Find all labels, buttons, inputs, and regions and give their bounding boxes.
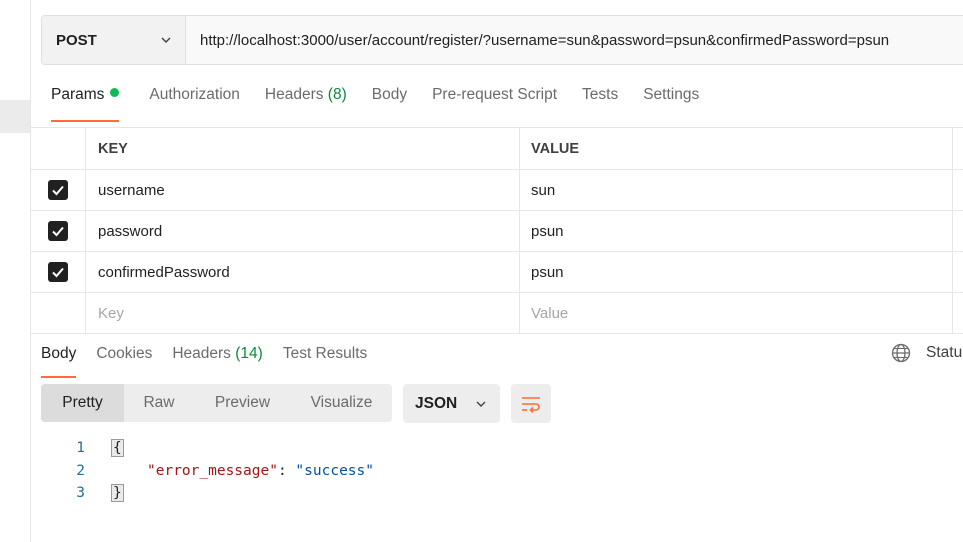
param-value[interactable]: psun <box>520 252 953 292</box>
param-new-row: Key Value <box>30 293 963 334</box>
tab-body[interactable]: Body <box>372 78 407 116</box>
param-check-cell[interactable] <box>30 252 86 292</box>
chevron-down-icon <box>161 37 171 43</box>
line-number: 3 <box>76 485 85 502</box>
json-key: "error_message" <box>147 462 278 479</box>
method-select[interactable]: POST <box>42 16 186 64</box>
request-bar: POST http://localhost:3000/user/account/… <box>41 15 963 65</box>
status-label: Statu <box>926 344 963 361</box>
json-close-brace: } <box>111 484 124 503</box>
chevron-down-icon <box>476 401 486 407</box>
header-check-cell <box>30 128 86 169</box>
tab-tests[interactable]: Tests <box>582 78 618 116</box>
response-tab-cookies[interactable]: Cookies <box>96 336 152 372</box>
value-column-header: VALUE <box>520 128 953 169</box>
json-open-brace: { <box>111 439 124 458</box>
param-row: confirmedPassword psun <box>30 252 963 293</box>
json-colon: : <box>277 462 296 479</box>
tab-headers-count: (8) <box>327 86 347 103</box>
code-line: 3 } <box>41 482 374 505</box>
format-select[interactable]: JSON <box>403 384 500 423</box>
response-tab-test-results[interactable]: Test Results <box>283 336 367 372</box>
tab-pre-request-script[interactable]: Pre-request Script <box>432 78 557 116</box>
view-mode-pretty[interactable]: Pretty <box>41 384 124 422</box>
key-column-header: KEY <box>86 128 520 169</box>
left-sidebar <box>0 0 31 542</box>
params-active-dot <box>110 88 120 97</box>
response-status-area: Statu <box>891 343 962 363</box>
view-mode-preview[interactable]: Preview <box>194 384 291 422</box>
format-label: JSON <box>415 394 458 412</box>
param-value[interactable]: psun <box>520 211 953 251</box>
tab-settings[interactable]: Settings <box>643 78 699 116</box>
checkbox-checked-icon[interactable] <box>47 180 68 200</box>
param-check-cell-empty <box>30 293 86 333</box>
tab-authorization[interactable]: Authorization <box>149 78 239 116</box>
json-value: "success" <box>295 462 374 479</box>
line-number: 2 <box>76 462 85 479</box>
tab-headers-label: Headers <box>264 86 324 103</box>
params-table: KEY VALUE username sun password psun con… <box>30 127 963 334</box>
param-row: password psun <box>30 211 963 252</box>
view-mode-selector: Pretty Raw Preview Visualize <box>41 384 392 422</box>
tab-headers[interactable]: Headers (8) <box>265 78 347 116</box>
response-tab-headers-label: Headers <box>172 345 231 362</box>
new-key-input[interactable]: Key <box>86 293 520 333</box>
response-tabs: Body Cookies Headers (14) Test Results <box>41 336 387 378</box>
param-key[interactable]: confirmedPassword <box>86 252 520 292</box>
param-row: username sun <box>30 170 963 211</box>
new-value-input[interactable]: Value <box>520 293 953 333</box>
view-mode-visualize[interactable]: Visualize <box>291 384 392 422</box>
param-key[interactable]: password <box>86 211 520 251</box>
line-number: 1 <box>76 440 85 457</box>
method-label: POST <box>56 31 97 49</box>
response-tab-body[interactable]: Body <box>41 336 77 378</box>
response-tab-headers[interactable]: Headers (14) <box>172 336 262 372</box>
code-line: 1 { <box>41 437 374 460</box>
param-value[interactable]: sun <box>520 170 953 210</box>
param-check-cell[interactable] <box>30 211 86 251</box>
tab-params-label: Params <box>51 86 105 103</box>
tab-params[interactable]: Params <box>51 78 120 122</box>
view-mode-raw[interactable]: Raw <box>124 384 194 422</box>
sidebar-selected-item[interactable] <box>0 100 30 133</box>
checkbox-checked-icon[interactable] <box>47 221 68 241</box>
wrap-lines-button[interactable] <box>511 384 551 423</box>
checkbox-checked-icon[interactable] <box>47 262 68 282</box>
wrap-lines-icon <box>522 396 540 413</box>
code-line: 2 "error_message": "success" <box>41 460 374 483</box>
globe-icon[interactable] <box>891 343 911 363</box>
param-key[interactable]: username <box>86 170 520 210</box>
params-header-row: KEY VALUE <box>30 128 963 170</box>
response-tab-headers-count: (14) <box>235 345 263 362</box>
response-body-code[interactable]: 1 { 2 "error_message": "success" 3 } <box>41 437 374 505</box>
param-check-cell[interactable] <box>30 170 86 210</box>
postman-window: POST http://localhost:3000/user/account/… <box>0 0 963 542</box>
url-input[interactable]: http://localhost:3000/user/account/regis… <box>186 32 889 49</box>
request-tabs: Params Authorization Headers (8) Body Pr… <box>41 78 714 122</box>
